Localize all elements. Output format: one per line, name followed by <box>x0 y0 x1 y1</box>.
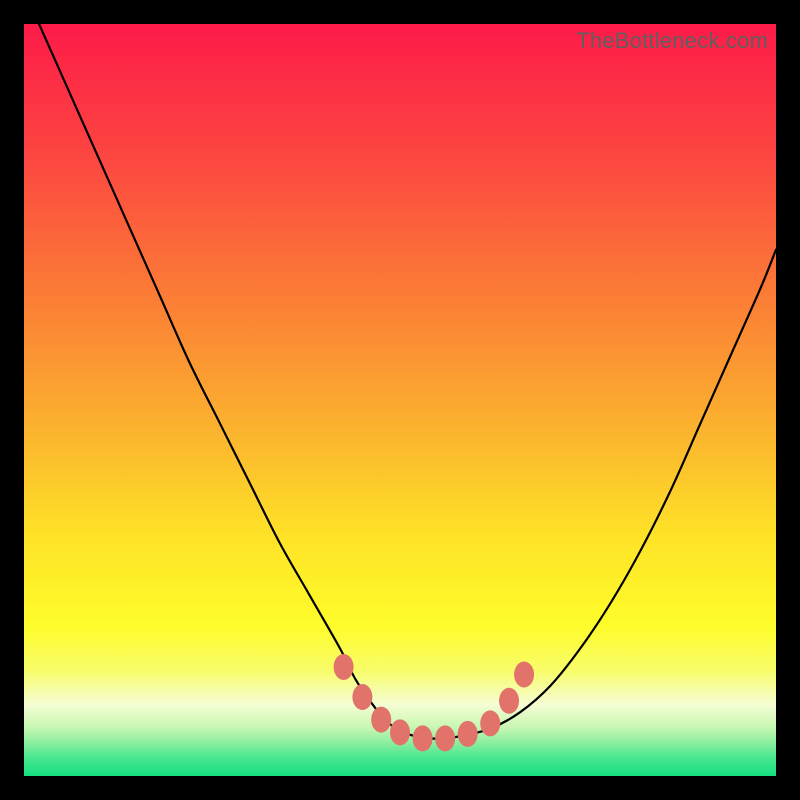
curve-marker <box>514 661 534 687</box>
curve-marker <box>352 684 372 710</box>
curve-marker <box>334 654 354 680</box>
curve-marker <box>371 707 391 733</box>
curve-markers <box>334 654 534 751</box>
chart-frame: TheBottleneck.com <box>24 24 776 776</box>
curve-marker <box>435 725 455 751</box>
curve-marker <box>458 721 478 747</box>
curve-marker <box>499 688 519 714</box>
curve-marker <box>480 710 500 736</box>
curve-plot <box>24 24 776 776</box>
curve-marker <box>413 725 433 751</box>
bottleneck-curve <box>39 24 776 739</box>
watermark-text: TheBottleneck.com <box>576 28 768 54</box>
curve-marker <box>390 719 410 745</box>
